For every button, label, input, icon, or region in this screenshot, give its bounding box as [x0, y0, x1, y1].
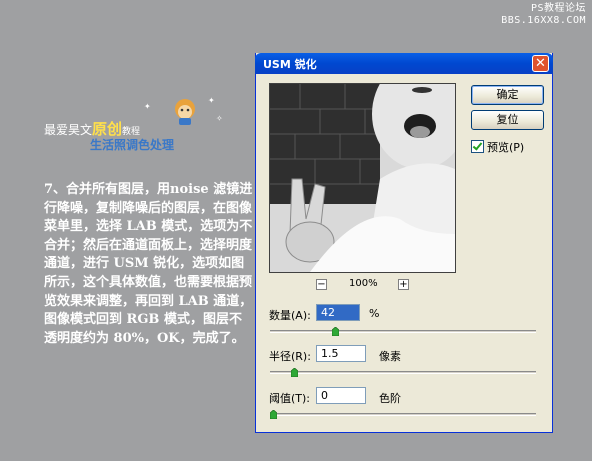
- watermark: PS教程论坛 BBS.16XX8.COM: [501, 3, 586, 27]
- threshold-slider-thumb[interactable]: [270, 410, 277, 419]
- amount-unit: %: [369, 307, 380, 320]
- checkbox-checked-icon[interactable]: [471, 140, 484, 153]
- threshold-slider[interactable]: [270, 410, 536, 419]
- amount-slider[interactable]: [270, 327, 536, 336]
- reset-button[interactable]: 复位: [471, 110, 544, 130]
- sparkle-icon: ✦: [144, 102, 151, 111]
- unsharp-mask-dialog: USM 锐化 ✕ − 100% + 确定 复位 预览(P) 数量(A): 42 …: [255, 53, 553, 433]
- tutorial-banner: ✦ ✦ ✧ 最爱昊文原创教程 生活照调色处理: [44, 96, 244, 156]
- tutorial-step-text: 7、合并所有图层，用noise 滤镜进行降噪，复制降噪后的图层，在图像菜单里，选…: [44, 181, 254, 348]
- zoom-in-icon: +: [399, 279, 408, 290]
- dialog-titlebar[interactable]: USM 锐化 ✕: [255, 53, 553, 74]
- radius-slider-thumb[interactable]: [290, 368, 298, 377]
- zoom-value: 100%: [349, 278, 378, 289]
- radius-input[interactable]: [316, 345, 366, 362]
- radius-label: 半径(R):: [269, 350, 311, 363]
- close-icon: ✕: [535, 56, 546, 71]
- mascot-logo-icon: [170, 96, 200, 126]
- threshold-input[interactable]: [316, 387, 366, 404]
- zoom-controls: − 100% +: [316, 278, 416, 291]
- preview-image[interactable]: [269, 83, 456, 273]
- banner-subtitle: 生活照调色处理: [90, 138, 175, 152]
- amount-input[interactable]: [316, 304, 360, 321]
- sparkle-icon: ✦: [208, 96, 215, 105]
- radius-unit: 像素: [379, 350, 401, 363]
- zoom-in-button[interactable]: +: [398, 279, 409, 290]
- threshold-label: 阈值(T):: [269, 392, 311, 405]
- amount-slider-thumb[interactable]: [332, 327, 340, 336]
- preview-checkbox-label: 预览(P): [487, 141, 525, 154]
- ok-button[interactable]: 确定: [471, 85, 544, 105]
- radius-slider[interactable]: [270, 368, 536, 377]
- watermark-line1: PS教程论坛: [530, 3, 586, 14]
- zoom-out-icon: −: [317, 279, 326, 290]
- zoom-out-button[interactable]: −: [316, 279, 327, 290]
- close-button[interactable]: ✕: [532, 55, 549, 72]
- sparkle-icon: ✧: [216, 114, 223, 123]
- amount-label: 数量(A):: [269, 309, 311, 322]
- banner-prefix: 最爱昊文: [44, 123, 93, 137]
- preview-checkbox[interactable]: 预览(P): [471, 139, 524, 155]
- preview-photo: [270, 84, 455, 272]
- dialog-title: USM 锐化: [263, 58, 317, 71]
- threshold-unit: 色阶: [379, 392, 401, 405]
- tutorial-paragraph: 7、合并所有图层，用noise 滤镜进行降噪，复制降噪后的图层，在图像菜单里，选…: [44, 182, 253, 346]
- watermark-line2: BBS.16XX8.COM: [501, 15, 586, 26]
